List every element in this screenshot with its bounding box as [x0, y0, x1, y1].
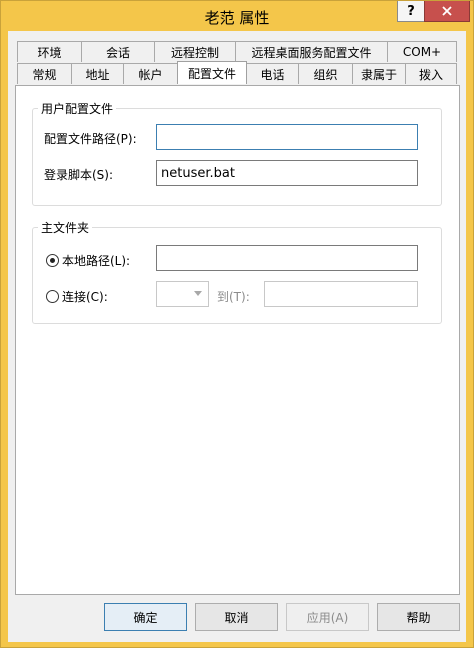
close-button[interactable]	[424, 1, 470, 22]
tab-general[interactable]: 常规	[17, 63, 72, 84]
local-path-radio[interactable]	[46, 254, 59, 267]
cancel-button[interactable]: 取消	[195, 603, 278, 631]
close-icon	[442, 6, 452, 16]
home-folder-group-label: 主文件夹	[38, 219, 93, 236]
logon-script-input[interactable]	[156, 160, 418, 186]
connect-label: 连接(C):	[62, 290, 108, 304]
chevron-down-icon	[194, 291, 202, 296]
tab-member-of[interactable]: 隶属于	[352, 63, 406, 84]
tab-com-plus[interactable]: COM+	[387, 41, 457, 62]
user-profile-group: 用户配置文件 配置文件路径(P): 登录脚本(S):	[32, 100, 442, 206]
dialog-client-area: 环境 会话 远程控制 远程桌面服务配置文件 COM+ 常规 地址 帐户 配置文件…	[8, 31, 466, 642]
profile-path-input[interactable]	[156, 124, 418, 150]
profile-tab-panel: 用户配置文件 配置文件路径(P): 登录脚本(S): 主文件夹 本地路径(L):…	[15, 85, 460, 595]
tab-account[interactable]: 帐户	[123, 63, 178, 84]
to-label: 到(T):	[217, 290, 250, 304]
question-icon: ?	[407, 3, 415, 19]
help-title-button[interactable]: ?	[397, 1, 425, 22]
tab-telephones[interactable]: 电话	[246, 63, 299, 84]
profile-path-label: 配置文件路径(P):	[44, 132, 137, 146]
tab-organization[interactable]: 组织	[298, 63, 353, 84]
connect-radio[interactable]	[46, 290, 59, 303]
help-button[interactable]: 帮助	[377, 603, 460, 631]
to-path-input[interactable]	[264, 281, 418, 307]
tab-address[interactable]: 地址	[71, 63, 124, 84]
user-profile-group-label: 用户配置文件	[38, 100, 117, 117]
local-path-label: 本地路径(L):	[62, 254, 131, 268]
apply-button[interactable]: 应用(A)	[286, 603, 369, 631]
home-folder-group: 主文件夹 本地路径(L): 连接(C): 到(T):	[32, 219, 442, 324]
tab-environment[interactable]: 环境	[17, 41, 82, 62]
ok-button[interactable]: 确定	[104, 603, 187, 631]
tab-profile[interactable]: 配置文件	[177, 61, 247, 84]
logon-script-label: 登录脚本(S):	[44, 168, 114, 182]
local-path-input[interactable]	[156, 245, 418, 271]
properties-window: 老范 属性 ? 环境 会话 远程控制 远程桌面服务配置文件 COM+ 常规 地址…	[0, 0, 474, 648]
tab-rds-profile[interactable]: 远程桌面服务配置文件	[235, 41, 388, 62]
tab-dial-in[interactable]: 拨入	[405, 63, 457, 84]
drive-letter-select[interactable]	[156, 281, 209, 307]
tab-remote-control[interactable]: 远程控制	[154, 41, 236, 62]
title-bar[interactable]: 老范 属性 ?	[1, 1, 473, 31]
tab-sessions[interactable]: 会话	[81, 41, 155, 62]
